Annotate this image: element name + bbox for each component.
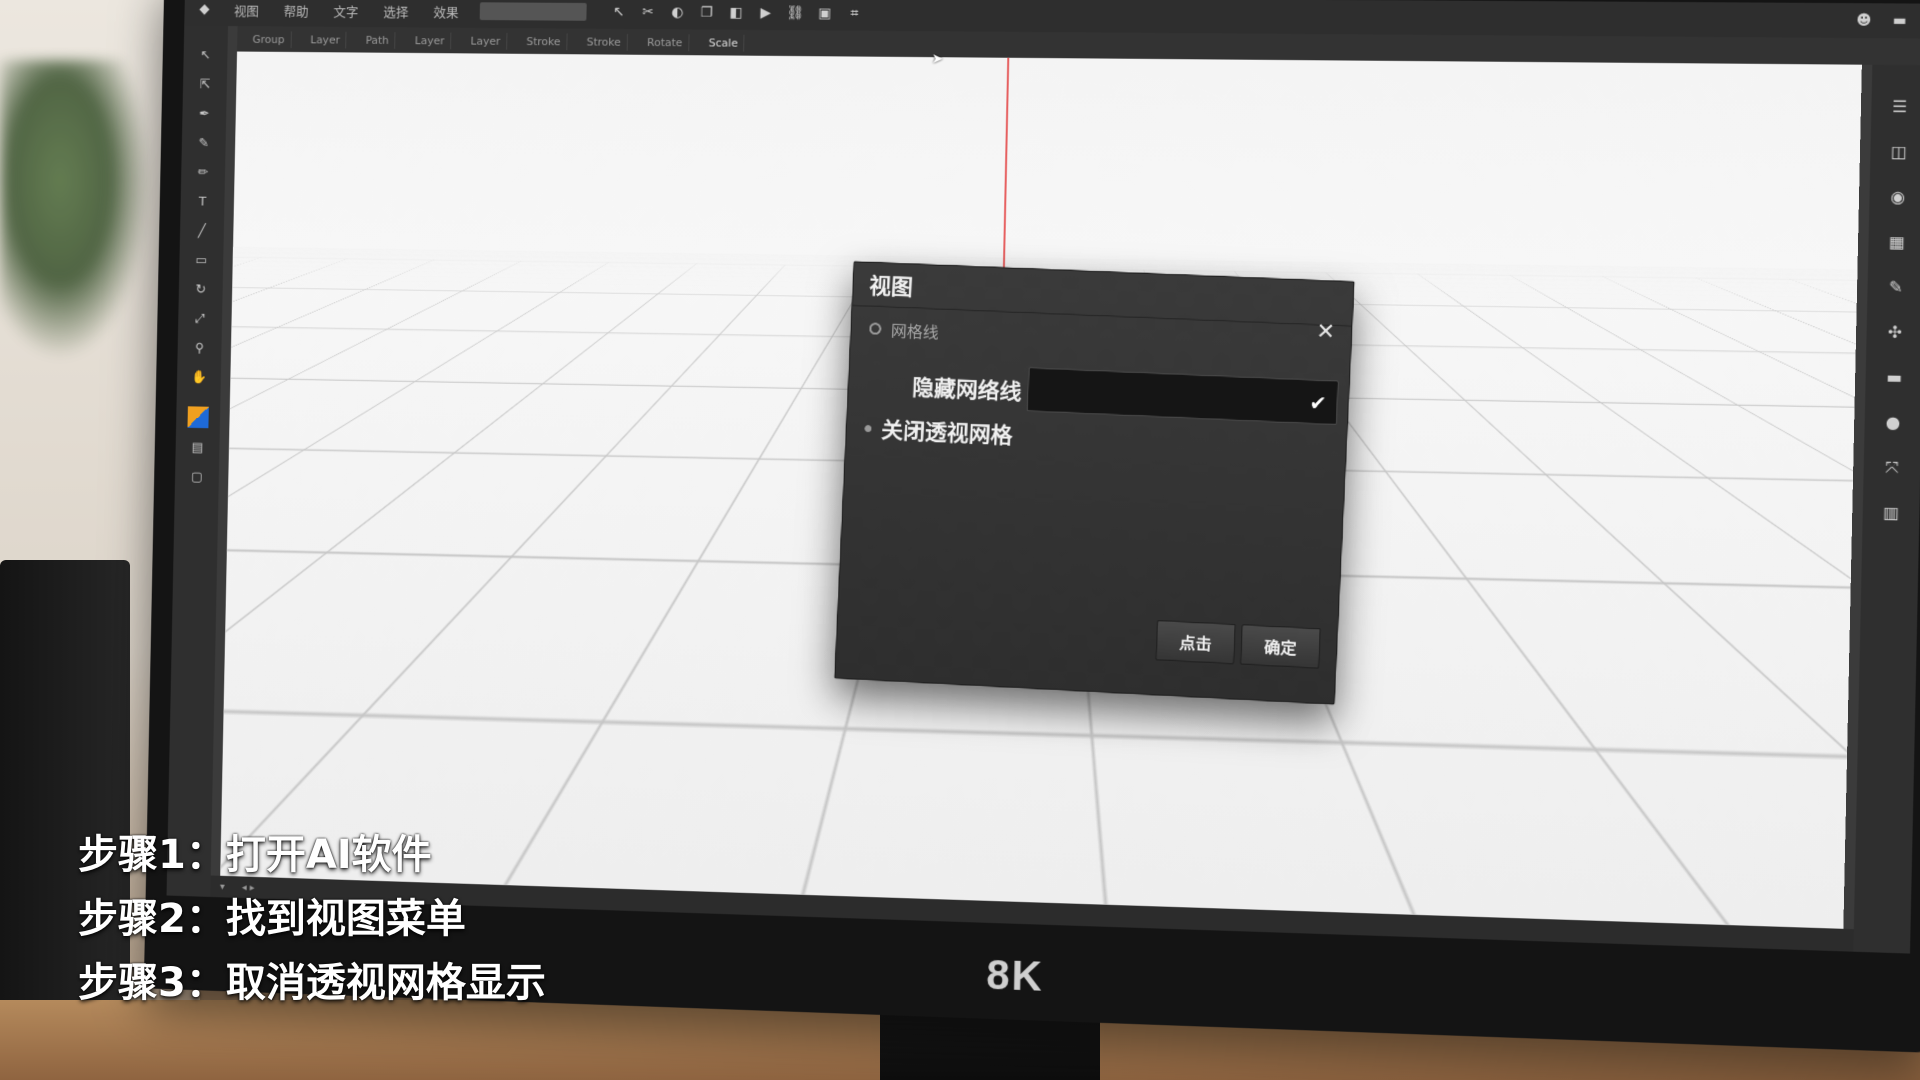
link-icon[interactable]: ⛓ (786, 4, 804, 22)
toolbar: ↖ ✂ ◐ ❐ ◧ ▶ ⛓ ▣ ⌗ (610, 3, 864, 23)
minimize-icon[interactable]: ▬ (1890, 12, 1909, 31)
copy-icon[interactable]: ◧ (727, 4, 745, 22)
eyedropper-tool-icon[interactable]: ⚲ (191, 340, 208, 358)
right-panel: ☰ ◫ ◉ ▦ ✎ ✣ ▬ ● ⤧ ▥ (1853, 64, 1920, 954)
tab-layer-3[interactable]: Layer (464, 32, 508, 50)
scale-tool-icon[interactable]: ⤢ (191, 311, 208, 329)
image-icon[interactable]: ▣ (816, 5, 834, 23)
tab-stroke-2[interactable]: Stroke (580, 33, 628, 51)
play-icon[interactable]: ▶ (757, 4, 775, 22)
swatches-icon[interactable]: ▦ (1885, 231, 1909, 254)
selection-tool-icon[interactable]: ↖ (197, 47, 214, 65)
menu-item-view[interactable]: 视图 (230, 0, 263, 21)
properties-icon[interactable]: ☰ (1888, 96, 1912, 119)
layers-icon[interactable]: ◫ (1887, 141, 1911, 164)
guide-line (1002, 57, 1010, 268)
menu-item-type[interactable]: 文字 (329, 0, 362, 22)
steps-caption: 步骤1：打开AI软件 步骤2：找到视图菜单 步骤3：取消透视网格显示 (78, 826, 546, 1012)
click-button[interactable]: 点击 (1155, 620, 1236, 665)
dialog-title: 视图 (868, 274, 914, 301)
screen: ◆ 视图 帮助 文字 选择 效果 ↖ ✂ ◐ ❐ ◧ ▶ ⛓ ▣ ⌗ ☻ ▬ G… (166, 0, 1920, 954)
copy-icon[interactable]: ❐ (698, 4, 716, 22)
document-field[interactable] (479, 2, 587, 21)
rectangle-tool-icon[interactable]: ▭ (193, 252, 210, 270)
type-tool-icon[interactable]: T (194, 194, 211, 212)
rotate-tool-icon[interactable]: ↻ (192, 281, 209, 299)
align-icon[interactable]: ▥ (1879, 502, 1903, 525)
tab-rotate[interactable]: Rotate (641, 33, 690, 51)
transform-icon[interactable]: ⤧ (1880, 456, 1904, 479)
pen-tool-icon[interactable]: ✒ (196, 106, 213, 124)
tab-scale[interactable]: Scale (702, 33, 745, 52)
window-controls: ☻ ▬ (1854, 11, 1909, 30)
step-2-text: 步骤2：找到视图菜单 (78, 896, 466, 942)
check-icon[interactable]: ✔ (1309, 391, 1327, 416)
screen-mode-icon[interactable]: ▤ (189, 440, 206, 458)
step-3-text: 步骤3：取消透视网格显示 (78, 960, 546, 1006)
hide-gridlines-label: 隐藏网络线 (911, 376, 1023, 406)
close-perspective-option[interactable]: 关闭透视网格 (864, 412, 1013, 451)
view-dialog: 视图 ✕ 网格线 隐藏网络线 ✔ 关闭透视网格 点击 确定 (834, 261, 1355, 705)
artboard-icon[interactable]: ▢ (188, 469, 205, 487)
brush-tool-icon[interactable]: ✎ (195, 135, 212, 153)
menu-item-help[interactable]: 帮助 (280, 0, 313, 21)
mouse-cursor-icon: ➤ (931, 51, 944, 68)
stroke-icon[interactable]: ▬ (1882, 366, 1906, 389)
color-icon[interactable]: ◉ (1886, 186, 1910, 209)
arrow-icon[interactable]: ↖ (610, 3, 628, 21)
gridlines-radio[interactable] (869, 322, 882, 335)
line-tool-icon[interactable]: ╱ (193, 223, 210, 241)
close-perspective-label: 关闭透视网格 (880, 418, 1014, 450)
direct-selection-tool-icon[interactable]: ⇱ (196, 77, 213, 95)
tab-group[interactable]: Group (246, 30, 292, 48)
step-1-text: 步骤1：打开AI软件 (78, 832, 432, 878)
app-logo-icon[interactable]: ◆ (196, 0, 213, 18)
close-perspective-radio[interactable] (864, 424, 872, 432)
menu-item-effect[interactable]: 效果 (429, 0, 462, 22)
tools-panel: ↖ ⇱ ✒ ✎ ✏ T ╱ ▭ ↻ ⤢ ⚲ ✋ ▤ ▢ (166, 25, 229, 897)
hand-tool-icon[interactable]: ✋ (190, 369, 207, 387)
gradient-icon[interactable]: ● (1881, 411, 1905, 434)
fill-stroke-swatch[interactable] (187, 406, 209, 429)
shape-icon[interactable]: ◐ (668, 4, 686, 22)
crop-icon[interactable]: ⌗ (845, 5, 863, 23)
close-icon[interactable]: ✕ (1316, 319, 1336, 345)
ok-button[interactable]: 确定 (1240, 624, 1321, 669)
pencil-tool-icon[interactable]: ✏ (194, 164, 211, 182)
cut-icon[interactable]: ✂ (639, 3, 657, 21)
tab-path[interactable]: Path (359, 31, 396, 49)
hide-gridlines-dropdown[interactable]: ✔ (1026, 367, 1339, 426)
symbols-icon[interactable]: ✣ (1883, 321, 1907, 344)
brushes-icon[interactable]: ✎ (1884, 276, 1908, 299)
gridlines-option[interactable]: 网格线 (869, 317, 939, 344)
menu-item-select[interactable]: 选择 (379, 0, 412, 22)
monitor-brand-label: 8K (985, 950, 1045, 1000)
tab-layer-2[interactable]: Layer (408, 31, 452, 49)
tab-stroke[interactable]: Stroke (520, 32, 568, 50)
background-plant (0, 60, 150, 360)
user-icon[interactable]: ☻ (1854, 11, 1873, 30)
gridlines-label: 网格线 (890, 321, 940, 343)
tab-layer[interactable]: Layer (304, 31, 347, 48)
